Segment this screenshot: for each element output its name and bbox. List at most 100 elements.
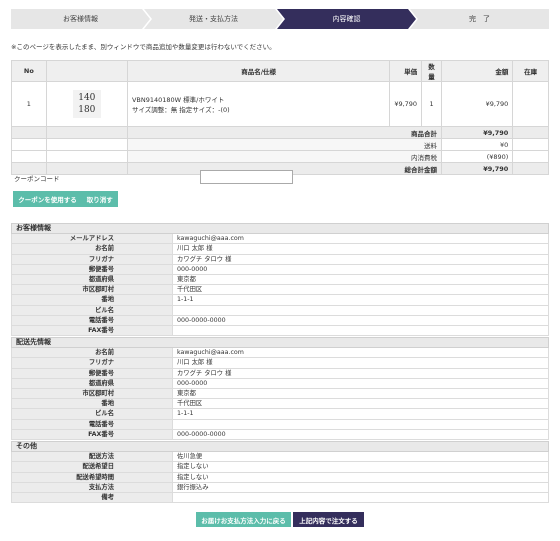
item-price: ¥9,790 [389,81,423,127]
summary-row-subtotal: 商品合計 ¥9,790 [11,126,549,139]
info-value [172,491,549,504]
info-value: 銀行振込み [172,481,549,493]
shipping-fee-label: 送料 [126,138,443,151]
header-no: No [11,60,47,82]
header-qty: 数量 [421,60,442,82]
section-header-row: その他 [11,440,549,453]
info-value: 東京都 [172,273,549,286]
info-row: 番地 千代田区 [11,398,549,410]
product-thumbnail[interactable]: 140 180 [72,90,101,118]
item-no: 1 [11,81,47,127]
info-value: 川口 太郎 様 [172,357,549,369]
info-row: 配送希望日 指定しない [11,461,549,473]
info-value: 佐川急便 [172,451,549,463]
info-label: 市区郡町村 [11,284,173,296]
item-amount: ¥9,790 [440,81,514,127]
coupon-code-input[interactable] [200,170,293,184]
info-value: 000-0000-0000 [172,428,549,440]
info-label: 都道府県 [11,377,173,389]
info-row: お名前 kawaguchi@aaa.com [11,347,549,359]
info-row: 市区郡町村 東京都 [11,387,549,400]
info-label: 番地 [11,398,173,410]
section-title: 配送先情報 [11,336,549,349]
section-title: お客様情報 [11,222,549,235]
info-label: 市区郡町村 [11,387,173,400]
header-price: 単価 [389,60,423,82]
step-shipping-payment: 発送・支払方法 [144,9,283,29]
info-row: ビル名 1-1-1 [11,408,549,420]
cancel-coupon-button[interactable]: 取り消す [87,194,113,204]
info-label: フリガナ [11,357,173,369]
place-order-button[interactable]: 上記内容で注文する [293,512,364,527]
info-value [172,324,549,337]
info-label: 支払方法 [11,481,173,493]
info-label: ビル名 [11,304,173,316]
info-label: お名前 [11,347,173,359]
info-value: カワグチ タロウ 様 [172,367,549,379]
cart-table: No 商品名/仕様 単価 数量 金額 在庫 1 140 180 VBN91401… [11,60,549,175]
info-row: 電話番号 [11,418,549,430]
step-confirm: 内容確認 [277,9,416,29]
info-label: お名前 [11,243,173,255]
info-row: FAX番号 000-0000-0000 [11,428,549,440]
info-value: kawaguchi@aaa.com [172,347,549,359]
info-label: 配送方法 [11,451,173,463]
info-value: 000-0000 [172,263,549,275]
apply-coupon-button[interactable]: クーポンを使用する [18,194,77,204]
other-info-table: その他 配送方法 佐川急便 配送希望日 指定しない 配送希望時間 指定しない 支払方法 銀行振込… [11,440,549,504]
item-thumbnail-cell: 140 180 [45,81,128,127]
info-value: 千代田区 [172,284,549,296]
info-label: 備考 [11,491,173,504]
cart-item-row: 1 140 180 VBN9140180W 標準/ホワイト サイズ調整：無 指定… [11,81,549,127]
summary-value: ¥0 [440,138,514,151]
info-label: ビル名 [11,408,173,420]
info-row: 配送希望時間 指定しない [11,471,549,483]
header-image [45,60,128,82]
info-label: 電話番号 [11,418,173,430]
info-row: 郵便番号 000-0000 [11,263,549,275]
checkout-steps: お客様情報 発送・支払方法 内容確認 完 了 [11,9,549,29]
info-label: 郵便番号 [11,263,173,275]
summary-value: ¥9,790 [440,162,514,175]
item-qty: 1 [421,81,442,127]
item-stock [512,81,549,127]
info-row: メールアドレス kawaguchi@aaa.com [11,233,549,245]
info-value: kawaguchi@aaa.com [172,233,549,245]
info-value: カワグチ タロウ 様 [172,253,549,265]
info-row: 配送方法 佐川急便 [11,451,549,463]
coupon-buttons: クーポンを使用する 取り消す [13,191,118,207]
info-value: 1-1-1 [172,294,549,306]
info-row: ビル名 [11,304,549,316]
info-row: フリガナ 川口 太郎 様 [11,357,549,369]
item-name-cell: VBN9140180W 標準/ホワイト サイズ調整：無 指定サイズ：-(0) [126,81,391,127]
info-label: 電話番号 [11,314,173,326]
info-row: フリガナ カワグチ タロウ 様 [11,253,549,265]
step-customer-info: お客様情報 [11,9,150,29]
summary-row-shipping: 送料 ¥0 [11,138,549,151]
item-spec: サイズ調整：無 指定サイズ：-(0) [131,106,230,114]
section-title: その他 [11,440,549,453]
item-name: VBN9140180W 標準/ホワイト [131,96,225,104]
info-value: 指定しない [172,471,549,483]
info-label: FAX番号 [11,324,173,337]
thumb-line-2: 180 [78,105,96,115]
info-row: 都道府県 東京都 [11,273,549,286]
info-row: お名前 川口 太郎 様 [11,243,549,255]
tax-label: 内消費税 [126,150,443,163]
info-value: 000-0000 [172,377,549,389]
info-row: 支払方法 銀行振込み [11,481,549,493]
info-value: 川口 太郎 様 [172,243,549,255]
info-row: 備考 [11,491,549,504]
summary-value: (¥890) [440,150,514,163]
customer-info-table: お客様情報 メールアドレス kawaguchi@aaa.com お名前 川口 太郎 様フ… [11,222,549,337]
back-to-shipping-button[interactable]: お届けお支払方法入力に戻る [196,512,291,527]
section-header-row: お客様情報 [11,222,549,235]
info-label: メールアドレス [11,233,173,245]
thumb-line-1: 140 [78,93,96,103]
info-label: 配送希望日 [11,461,173,473]
info-label: 配送希望時間 [11,471,173,483]
info-row: FAX番号 [11,324,549,337]
info-row: 都道府県 000-0000 [11,377,549,389]
info-value: 東京都 [172,387,549,400]
info-value: 千代田区 [172,398,549,410]
